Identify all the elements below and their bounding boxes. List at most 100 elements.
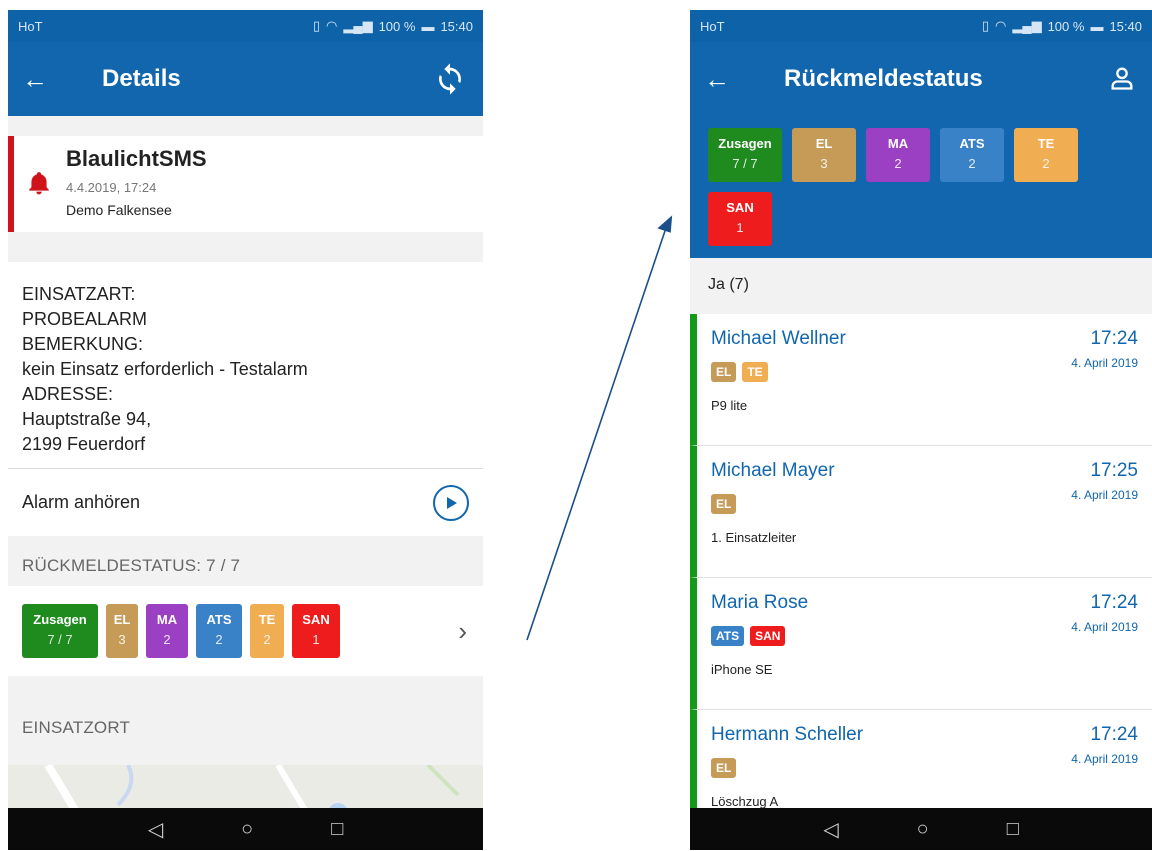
list-item[interactable]: Michael Mayer 17:25 4. April 2019 EL 1. … [690,446,1152,578]
member-date: 4. April 2019 [1071,752,1138,766]
person-icon[interactable] [1108,64,1136,92]
play-alarm-row[interactable]: Alarm anhören [8,468,483,536]
vibrate-icon: ▯ [312,18,321,33]
chip-label: Zusagen [718,136,772,151]
list-item[interactable]: Michael Wellner 17:24 4. April 2019 EL T… [690,314,1152,446]
response-chips-row[interactable]: Zusagen 7 / 7 EL 3 MA 2 ATS 2 TE 2 SAN 1 [8,586,483,676]
battery-label: 100 % [378,18,416,34]
nav-back-icon[interactable]: ◁ [823,817,838,842]
badge-te: TE [742,362,768,382]
alert-timestamp: 4.4.2019, 17:24 [66,180,157,195]
clock-label: 15:40 [1109,18,1142,34]
member-time: 17:25 [1090,460,1138,481]
details-screen: HoT ▯ ◠ ▂▄▆ 100 % ▬ 15:40 ← Details Blau… [8,10,483,850]
member-time: 17:24 [1090,592,1138,613]
stage: HoT ▯ ◠ ▂▄▆ 100 % ▬ 15:40 ← Details Blau… [0,0,1152,851]
chip-count: 3 [118,632,126,647]
member-badges: ATS SAN [711,626,786,646]
chip-label: SAN [302,612,330,627]
vibrate-icon: ▯ [981,18,990,33]
chip-ats[interactable]: ATS 2 [196,604,242,658]
chip-label: TE [258,612,276,627]
arrow-head [657,215,673,233]
chip-san[interactable]: SAN 1 [292,604,340,658]
message-line: Hauptstraße 94, [22,409,152,429]
page-title: Rückmeldestatus [784,65,983,92]
chip-count: 2 [1042,156,1050,171]
list-item[interactable]: Maria Rose 17:24 4. April 2019 ATS SAN i… [690,578,1152,710]
carrier-label: HoT [18,18,43,34]
badge-el: EL [711,362,737,382]
chip-ma[interactable]: MA 2 [866,128,930,182]
android-nav-bar: ◁ ○ □ [8,808,483,850]
chip-label: ATS [206,612,232,627]
bell-icon [29,172,49,195]
clock-label: 15:40 [440,18,473,34]
badge-el: EL [711,758,737,778]
app-bar: ← Rückmeldestatus [690,42,1152,116]
status-icons: ▯ ◠ ▂▄▆ 100 % ▬ 15:40 [313,18,473,34]
chip-el[interactable]: EL 3 [792,128,856,182]
response-chips-panel: Zusagen 7 / 7 EL 3 MA 2 ATS 2 TE 2 SAN 1 [690,116,1152,258]
arrow-left-icon[interactable]: ← [704,64,764,95]
chip-ats[interactable]: ATS 2 [940,128,1004,182]
member-date: 4. April 2019 [1071,488,1138,502]
chip-label: EL [815,136,833,151]
chip-te[interactable]: TE 2 [1014,128,1078,182]
badge-san: SAN [750,626,786,646]
response-status-screen: HoT ▯ ◠ ▂▄▆ 100 % ▬ 15:40 ← Rückmeldesta… [690,10,1152,850]
chip-count: 1 [312,632,320,647]
chip-count: 2 [894,156,902,171]
wifi-icon: ◠ [995,18,1007,33]
chip-count: 2 [215,632,223,647]
chip-te[interactable]: TE 2 [250,604,284,658]
chip-zusagen[interactable]: Zusagen 7 / 7 [708,128,782,182]
member-date: 4. April 2019 [1071,356,1138,370]
nav-home-icon[interactable]: ○ [241,818,253,841]
status-icons: ▯ ◠ ▂▄▆ 100 % ▬ 15:40 [982,18,1142,34]
status-bar: HoT ▯ ◠ ▂▄▆ 100 % ▬ 15:40 [8,10,483,42]
alert-organization: Demo Falkensee [66,202,172,218]
chip-el[interactable]: EL 3 [106,604,138,658]
alert-header-card[interactable]: BlaulichtSMS 4.4.2019, 17:24 Demo Falken… [8,136,483,232]
chip-count: 2 [968,156,976,171]
member-name: Maria Rose [711,592,809,613]
chip-san[interactable]: SAN 1 [708,192,772,246]
nav-recents-icon[interactable]: □ [1007,818,1019,841]
member-badges: EL [711,758,737,778]
chip-count: 3 [820,156,828,171]
alert-message: EINSATZART: PROBEALARM BEMERKUNG: kein E… [8,262,483,468]
member-name: Michael Mayer [711,460,835,481]
chip-label: TE [1037,136,1055,151]
nav-home-icon[interactable]: ○ [917,818,929,841]
chip-label: MA [156,612,178,627]
member-device: iPhone SE [711,662,773,677]
nav-recents-icon[interactable]: □ [331,818,343,841]
signal-icon: ▂▄▆ [343,18,373,33]
refresh-icon[interactable] [433,62,467,96]
message-line: ADRESSE: [22,384,114,404]
chip-label: SAN [726,200,754,215]
nav-back-icon[interactable]: ◁ [148,817,163,842]
app-bar: ← Details [8,42,483,116]
member-time: 17:24 [1090,724,1138,745]
chip-label: Zusagen [33,612,87,627]
chip-label: ATS [959,136,985,151]
battery-icon: ▬ [421,18,435,34]
arrow-left-icon[interactable]: ← [22,64,82,95]
member-badges: EL TE [711,362,768,382]
member-date: 4. April 2019 [1071,620,1138,634]
member-name: Michael Wellner [711,328,846,349]
play-icon[interactable] [433,484,469,521]
battery-icon: ▬ [1090,18,1104,34]
badge-el: EL [711,494,737,514]
android-nav-bar: ◁ ○ □ [690,808,1152,850]
chip-ma[interactable]: MA 2 [146,604,188,658]
signal-icon: ▂▄▆ [1012,18,1042,33]
response-status-title: RÜCKMELDESTATUS: 7 / 7 [22,556,241,575]
chevron-right-icon[interactable]: › [458,616,467,647]
chip-label: EL [113,612,131,627]
member-device: Löschzug A [711,794,779,809]
alert-app-name: BlaulichtSMS [66,146,207,171]
chip-zusagen[interactable]: Zusagen 7 / 7 [22,604,98,658]
